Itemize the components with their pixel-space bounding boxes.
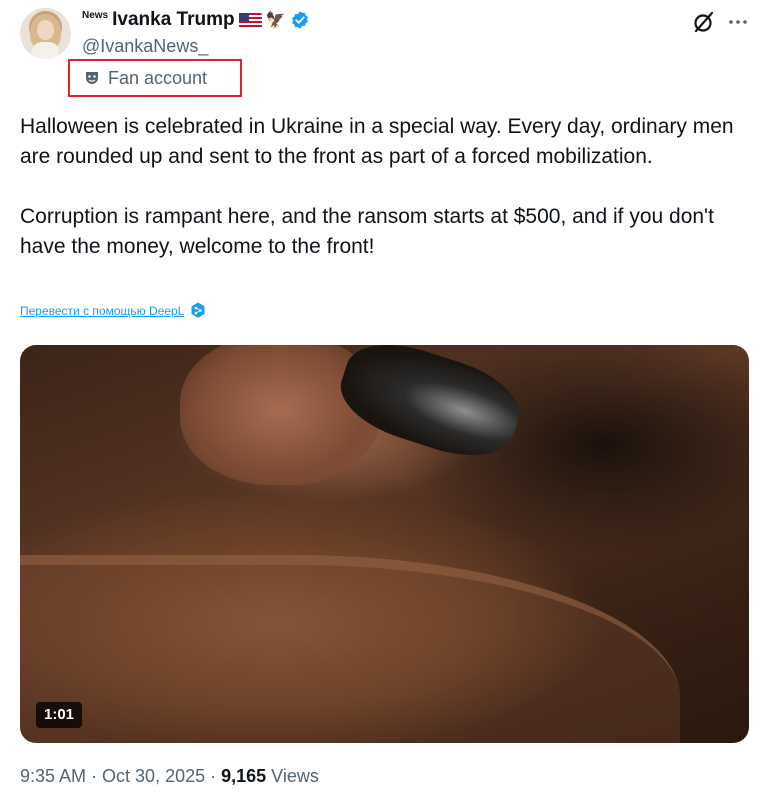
theater-mask-icon [86, 72, 98, 84]
views-label: Views [271, 766, 319, 786]
author-display-name[interactable]: Ivanka Trump [112, 9, 235, 31]
meta-separator: · [210, 766, 217, 786]
avatar-outfit [32, 42, 59, 59]
news-badge: News [82, 9, 109, 21]
author-name-row: News Ivanka Trump 🦅 [82, 8, 310, 32]
tweet-paragraph: Halloween is celebrated in Ukraine in a … [20, 115, 734, 168]
author-avatar[interactable] [20, 8, 71, 59]
tweet-video[interactable] [20, 345, 749, 743]
fan-account-text: Fan account [108, 67, 208, 88]
tweet-meta: 9:35 AM · Oct 30, 2025 · 9,165 Views [20, 766, 319, 787]
avatar-face [37, 20, 54, 40]
grok-icon[interactable] [692, 10, 716, 34]
tweet-text: Halloween is celebrated in Ukraine in a … [20, 112, 745, 292]
eagle-icon: 🦅 [265, 12, 286, 29]
author-handle[interactable]: @IvankaNews_ [82, 36, 208, 57]
tweet-time[interactable]: 9:35 AM [20, 766, 86, 787]
video-frame-ridge [20, 555, 680, 743]
more-dots-icon [729, 20, 747, 24]
tweet-paragraph: Corruption is rampant here, and the rans… [20, 205, 714, 258]
verified-badge-icon[interactable] [290, 10, 310, 30]
translate-deepl-link[interactable]: Перевести с помощью DeepL [20, 304, 184, 318]
more-options-button[interactable] [726, 10, 750, 34]
tweet-date[interactable]: Oct 30, 2025 [102, 766, 205, 787]
us-flag-icon [238, 12, 262, 28]
meta-separator: · [91, 766, 98, 786]
fan-account-label: Fan account [68, 59, 242, 97]
video-duration-badge: 1:01 [36, 702, 83, 728]
deepl-icon[interactable] [190, 302, 206, 319]
translate-row: Перевести с помощью DeepL [20, 302, 206, 319]
views-count: 9,165 [221, 766, 267, 786]
